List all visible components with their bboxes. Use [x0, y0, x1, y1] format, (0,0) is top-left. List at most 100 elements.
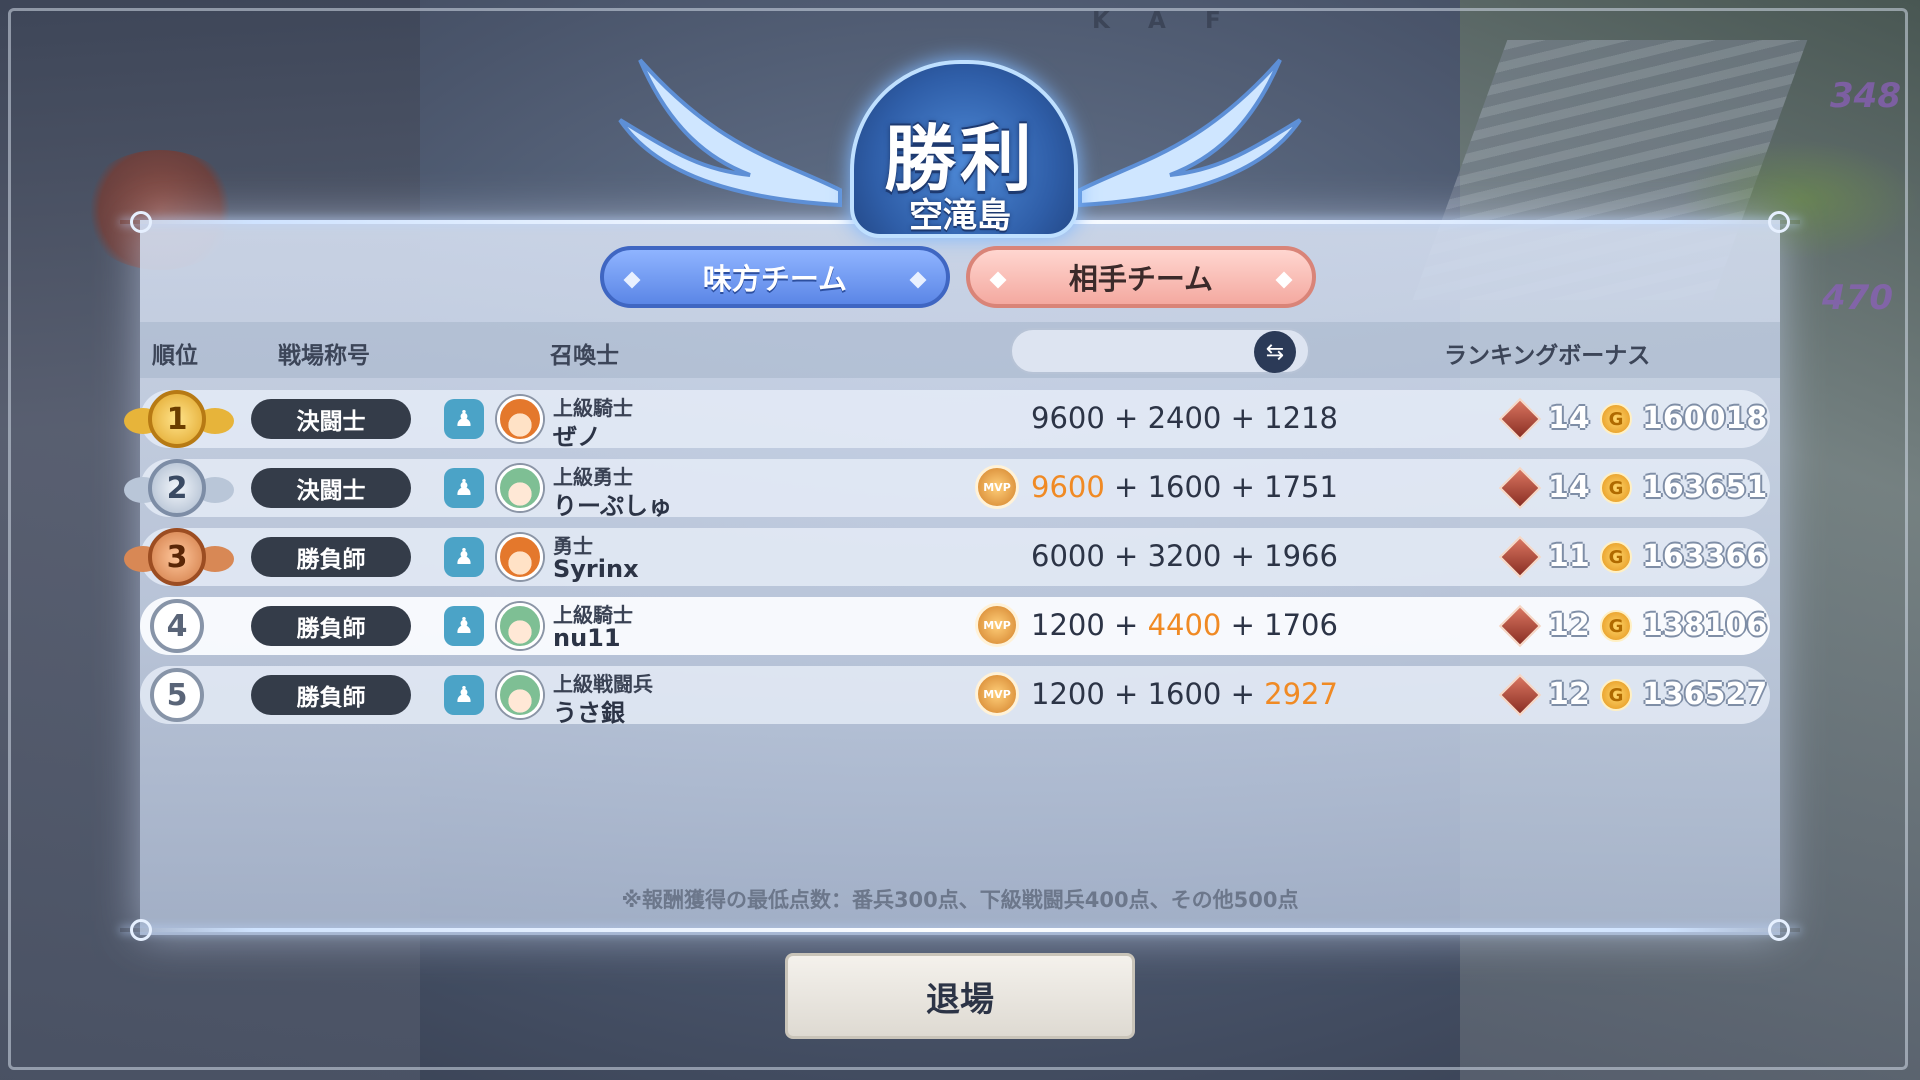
f-score: 1218: [1264, 401, 1338, 435]
plus-sign: +: [1230, 470, 1255, 504]
reward-threshold-note: ※報酬獲得の最低点数：番兵300点、下級戦闘兵400点、その他500点: [621, 888, 1299, 912]
k-score: 1200: [1031, 608, 1105, 642]
column-f: F: [1205, 8, 1221, 34]
rank-point-value: 12: [1548, 608, 1590, 643]
tab-enemy-team[interactable]: 相手チーム: [966, 246, 1316, 308]
coin-value: 138106: [1642, 608, 1768, 643]
k-score: 1200: [1031, 677, 1105, 711]
exit-button[interactable]: 退場: [785, 953, 1135, 1039]
rank-medal-icon: 2: [148, 459, 206, 517]
mvp-label: MVP: [983, 480, 1011, 494]
mvp-badge-icon: MVP: [975, 465, 1019, 509]
player-avatar[interactable]: [497, 603, 543, 649]
coin-value: 163651: [1642, 470, 1768, 505]
column-k: K: [1092, 8, 1110, 34]
plus-sign: +: [1114, 470, 1139, 504]
plus-sign: +: [1230, 677, 1255, 711]
column-summoner: 召喚士: [550, 343, 619, 369]
player-name[interactable]: Syrinx: [553, 555, 639, 583]
a-score: 4400: [1147, 608, 1222, 642]
battle-title-badge: 勝負師: [251, 675, 411, 715]
swap-arrows-icon: ⇆: [1265, 339, 1285, 365]
rank-point-value: 12: [1548, 677, 1590, 712]
rank-point-value: 14: [1548, 470, 1590, 505]
tab-label: 味方チーム: [702, 262, 848, 296]
swap-stats-button[interactable]: ⇆: [1254, 331, 1296, 373]
diamond-icon: [1275, 271, 1293, 289]
tab-label: 相手チーム: [1068, 262, 1214, 296]
plus-sign: +: [1230, 539, 1255, 573]
rank-number: 4: [166, 608, 188, 644]
rank-medal-icon: 3: [148, 528, 206, 586]
party-icon[interactable]: ♟: [444, 606, 484, 646]
party-icon[interactable]: ♟: [444, 675, 484, 715]
rank-medal-icon: 4: [150, 599, 204, 653]
battle-title-badge: 勝負師: [251, 537, 411, 577]
a-score: 1600: [1147, 677, 1222, 711]
player-name[interactable]: ぜノ: [553, 417, 601, 452]
rank-point-value: 14: [1548, 401, 1590, 436]
rank-medal-icon: 5: [150, 668, 204, 722]
rank-number: 5: [166, 677, 188, 713]
rank-point-value: 11: [1548, 539, 1590, 574]
column-a: A: [1148, 8, 1166, 34]
battle-title-label: 勝負師: [296, 616, 366, 642]
gold-coin-icon: G: [1600, 610, 1632, 642]
mvp-badge-icon: MVP: [975, 672, 1019, 716]
kaf-score: 1200 + 4400 + 1706: [1031, 608, 1338, 642]
f-score: 1706: [1264, 608, 1338, 642]
kaf-score: 9600 + 1600 + 1751: [1031, 470, 1338, 504]
panel-bottom-border: [120, 919, 1800, 941]
k-score: 6000: [1031, 539, 1105, 573]
party-icon[interactable]: ♟: [444, 468, 484, 508]
plus-sign: +: [1114, 539, 1139, 573]
coin-value: 136527: [1642, 677, 1768, 712]
plus-sign: +: [1114, 608, 1139, 642]
f-score: 1966: [1264, 539, 1338, 573]
mvp-label: MVP: [983, 618, 1011, 632]
battle-title-label: 勝負師: [296, 685, 366, 711]
party-icon[interactable]: ♟: [444, 399, 484, 439]
victory-emblem: 勝利 空滝島: [560, 20, 1360, 238]
player-avatar[interactable]: [497, 465, 543, 511]
battle-title-badge: 勝負師: [251, 606, 411, 646]
party-icon[interactable]: ♟: [444, 537, 484, 577]
plus-sign: +: [1114, 677, 1139, 711]
player-name[interactable]: nu11: [553, 624, 621, 652]
column-rank: 順位: [152, 343, 198, 369]
a-score: 1600: [1147, 470, 1222, 504]
map-name: 空滝島: [909, 196, 1011, 236]
mvp-badge-icon: MVP: [975, 603, 1019, 647]
kaf-score: 1200 + 1600 + 2927: [1031, 677, 1338, 711]
plus-sign: +: [1230, 608, 1255, 642]
a-score: 3200: [1147, 539, 1222, 573]
tab-ally-team[interactable]: 味方チーム: [600, 246, 950, 308]
f-score: 1751: [1264, 470, 1338, 504]
coin-value: 163366: [1642, 539, 1768, 574]
player-avatar[interactable]: [497, 396, 543, 442]
gold-coin-icon: G: [1600, 679, 1632, 711]
rank-number: 1: [166, 401, 188, 437]
coin-value: 160018: [1642, 401, 1768, 436]
kaf-score: 9600 + 2400 + 1218: [1031, 401, 1338, 435]
column-battle-title: 戦場称号: [278, 343, 370, 369]
rank-number: 3: [166, 539, 188, 575]
diamond-icon: [623, 271, 641, 289]
diamond-icon: [989, 271, 1007, 289]
gold-coin-icon: G: [1600, 403, 1632, 435]
battle-title-label: 決闘士: [296, 409, 366, 435]
player-avatar[interactable]: [497, 534, 543, 580]
plus-sign: +: [1230, 401, 1255, 435]
battle-title-badge: 決闘士: [251, 468, 411, 508]
player-name[interactable]: りーぷしゅ: [553, 486, 672, 521]
f-score: 2927: [1264, 677, 1338, 711]
k-score: 9600: [1031, 470, 1105, 504]
rank-medal-icon: 1: [148, 390, 206, 448]
column-ranking-bonus: ランキングボーナス: [1444, 343, 1651, 369]
player-name[interactable]: うさ銀: [553, 693, 625, 728]
player-avatar[interactable]: [497, 672, 543, 718]
mvp-label: MVP: [983, 687, 1011, 701]
a-score: 2400: [1147, 401, 1222, 435]
kaf-score: 6000 + 3200 + 1966: [1031, 539, 1338, 573]
gold-coin-icon: G: [1600, 541, 1632, 573]
